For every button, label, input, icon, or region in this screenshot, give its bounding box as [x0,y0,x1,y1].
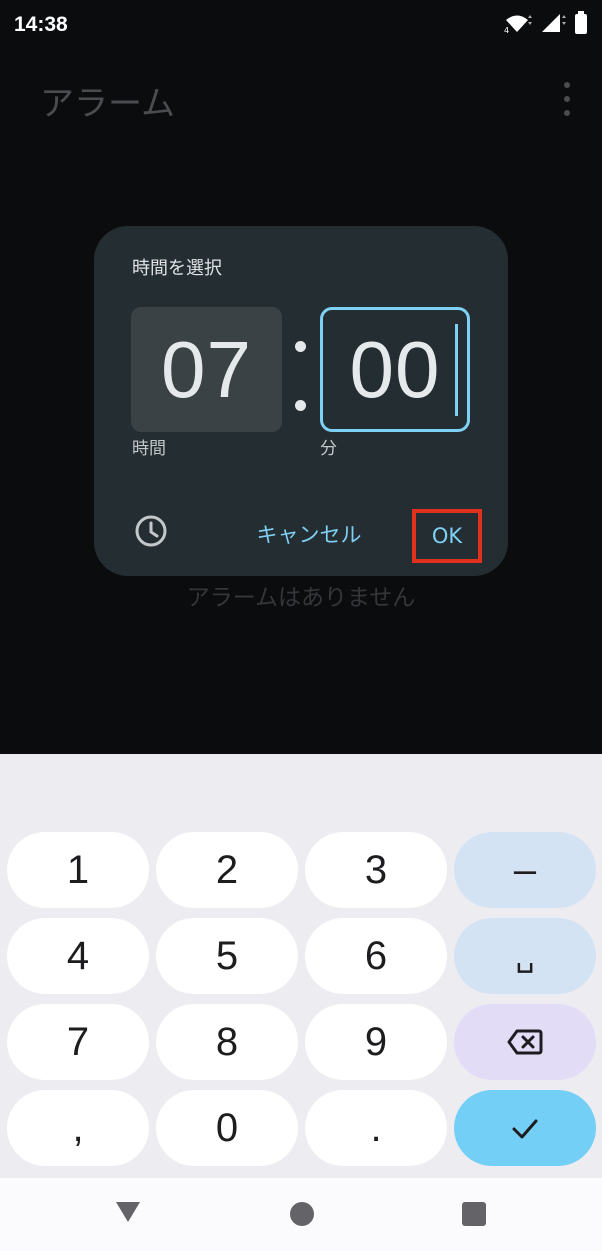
hour-input[interactable]: 07 [131,307,282,432]
key-5[interactable]: 5 [156,918,298,994]
svg-text:4: 4 [504,26,509,34]
empty-alarms-text: アラームはありません [186,585,416,611]
key-3[interactable]: 3 [305,832,447,908]
back-icon[interactable] [114,1200,142,1228]
hour-value: 07 [161,324,252,414]
key-1[interactable]: 1 [7,832,149,908]
home-icon[interactable] [290,1202,314,1226]
status-icons: 4 [504,11,588,39]
minute-label: 分 [320,439,337,459]
key-period[interactable]: . [305,1090,447,1166]
backspace-icon [507,1020,543,1065]
key-6[interactable]: 6 [305,918,447,994]
clock-icon[interactable] [134,514,168,548]
key-space[interactable]: ␣ [454,918,596,994]
time-picker-dialog: 時間を選択 07 00 時間 分 キャンセル OK [94,226,508,576]
key-2[interactable]: 2 [156,832,298,908]
key-0[interactable]: 0 [156,1090,298,1166]
wifi-4g-icon: 4 [504,12,534,38]
hour-label: 時間 [132,439,166,459]
minute-input[interactable]: 00 [320,307,470,432]
key-comma[interactable]: , [7,1090,149,1166]
key-backspace[interactable] [454,1004,596,1080]
key-minus[interactable]: – [454,832,596,908]
key-4[interactable]: 4 [7,918,149,994]
more-vert-icon[interactable] [554,82,580,116]
ok-button[interactable]: OK [412,509,482,563]
navigation-bar [0,1178,602,1251]
key-8[interactable]: 8 [156,1004,298,1080]
text-cursor [455,324,458,416]
signal-icon [540,12,568,38]
key-9[interactable]: 9 [305,1004,447,1080]
recents-icon[interactable] [462,1202,486,1226]
status-time: 14:38 [14,13,68,36]
check-icon [510,1106,540,1151]
battery-icon [574,11,588,39]
numeric-keyboard: 1 2 3 – 4 5 6 ␣ 7 8 9 , 0 . [0,754,602,1178]
status-bar: 14:38 4 [0,0,602,50]
dialog-title: 時間を選択 [132,258,222,279]
key-7[interactable]: 7 [7,1004,149,1080]
minute-value: 00 [349,324,441,414]
cancel-button[interactable]: キャンセル [244,516,374,552]
key-enter[interactable] [454,1090,596,1166]
app-title: アラーム [40,84,175,124]
time-separator [291,341,309,411]
